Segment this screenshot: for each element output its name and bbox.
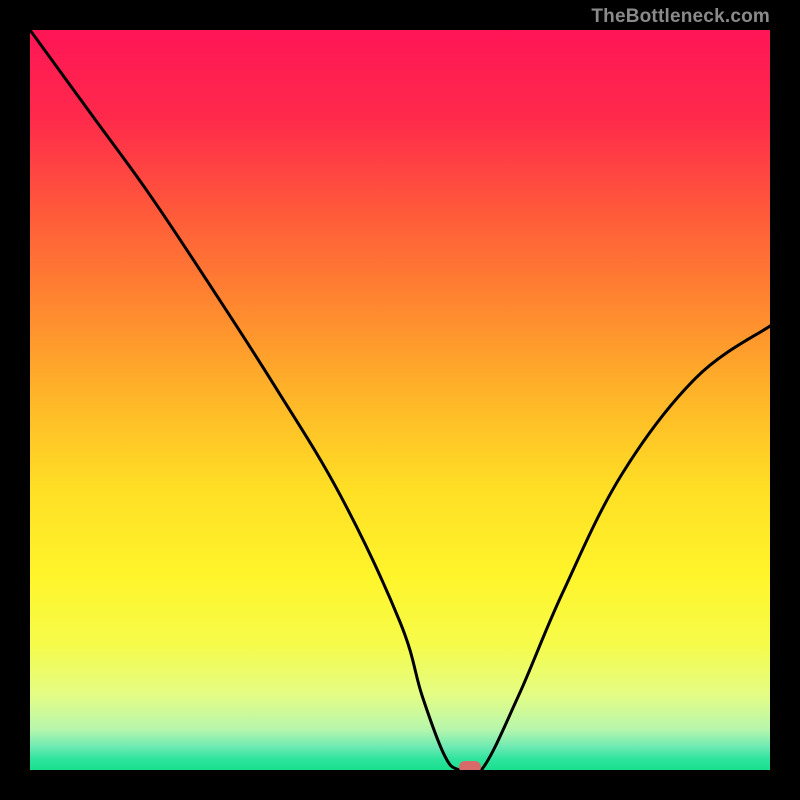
watermark-text: TheBottleneck.com <box>591 6 770 28</box>
optimal-point-marker <box>459 761 481 770</box>
bottleneck-curve <box>30 30 770 770</box>
plot-area <box>30 30 770 770</box>
chart-frame: TheBottleneck.com <box>0 0 800 800</box>
curve-layer <box>30 30 770 770</box>
